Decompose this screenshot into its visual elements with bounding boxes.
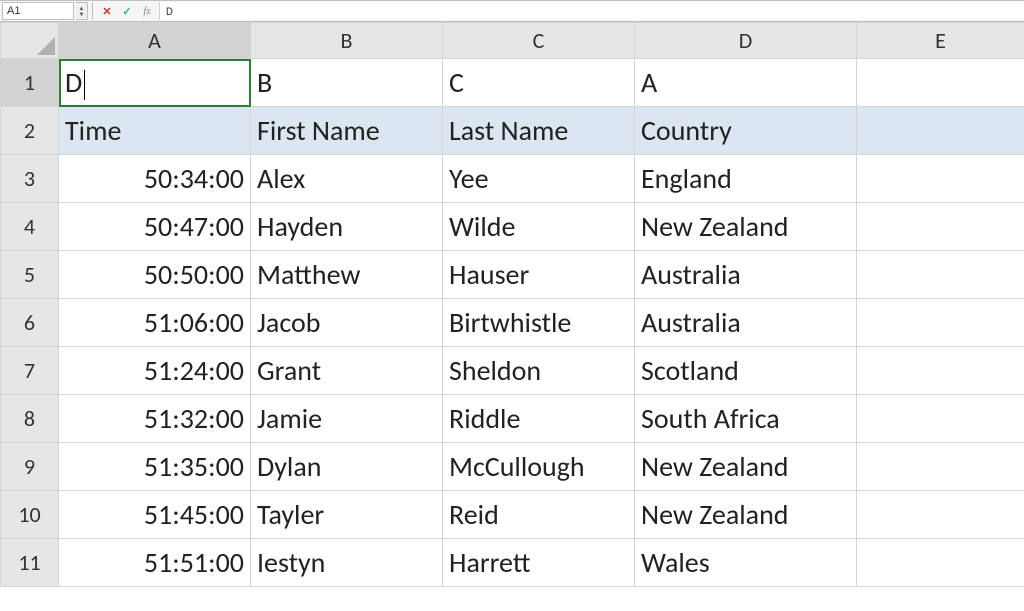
- cell-A7[interactable]: 51:24:00: [59, 347, 251, 395]
- cancel-icon[interactable]: ✕: [99, 3, 115, 19]
- row-header-3[interactable]: 3: [1, 155, 59, 203]
- grid-table: A B C D E 1 D B C A 2 Time First Name La…: [0, 22, 1024, 587]
- cell-C1[interactable]: C: [443, 59, 635, 107]
- row-header-10[interactable]: 10: [1, 491, 59, 539]
- cell-C11[interactable]: Harrett: [443, 539, 635, 587]
- cell-E8[interactable]: [857, 395, 1024, 443]
- cell-A6[interactable]: 51:06:00: [59, 299, 251, 347]
- cell-D8[interactable]: South Africa: [635, 395, 857, 443]
- cell-D4[interactable]: New Zealand: [635, 203, 857, 251]
- cell-C10[interactable]: Reid: [443, 491, 635, 539]
- row-9: 9 51:35:00 Dylan McCullough New Zealand: [1, 443, 1024, 491]
- divider: [92, 2, 93, 20]
- cell-C7[interactable]: Sheldon: [443, 347, 635, 395]
- cell-B11[interactable]: Iestyn: [251, 539, 443, 587]
- cell-D1[interactable]: A: [635, 59, 857, 107]
- fx-icon[interactable]: fx: [139, 3, 155, 19]
- cell-B8[interactable]: Jamie: [251, 395, 443, 443]
- cell-E6[interactable]: [857, 299, 1024, 347]
- row-10: 10 51:45:00 Tayler Reid New Zealand: [1, 491, 1024, 539]
- cell-E10[interactable]: [857, 491, 1024, 539]
- cell-D9[interactable]: New Zealand: [635, 443, 857, 491]
- row-header-9[interactable]: 9: [1, 443, 59, 491]
- row-4: 4 50:47:00 Hayden Wilde New Zealand: [1, 203, 1024, 251]
- cell-C5[interactable]: Hauser: [443, 251, 635, 299]
- cell-D7[interactable]: Scotland: [635, 347, 857, 395]
- cell-A11[interactable]: 51:51:00: [59, 539, 251, 587]
- cell-A9[interactable]: 51:35:00: [59, 443, 251, 491]
- column-header-row: A B C D E: [1, 23, 1024, 59]
- cell-B9[interactable]: Dylan: [251, 443, 443, 491]
- row-header-7[interactable]: 7: [1, 347, 59, 395]
- cell-B1[interactable]: B: [251, 59, 443, 107]
- cell-D5[interactable]: Australia: [635, 251, 857, 299]
- cell-A5[interactable]: 50:50:00: [59, 251, 251, 299]
- col-header-A[interactable]: A: [59, 23, 251, 59]
- cell-E9[interactable]: [857, 443, 1024, 491]
- row-header-1[interactable]: 1: [1, 59, 59, 107]
- col-header-B[interactable]: B: [251, 23, 443, 59]
- row-header-8[interactable]: 8: [1, 395, 59, 443]
- col-header-C[interactable]: C: [443, 23, 635, 59]
- cell-B5[interactable]: Matthew: [251, 251, 443, 299]
- text-caret: [84, 70, 85, 100]
- row-6: 6 51:06:00 Jacob Birtwhistle Australia: [1, 299, 1024, 347]
- name-box[interactable]: A1: [2, 2, 74, 20]
- cell-B2[interactable]: First Name: [251, 107, 443, 155]
- cell-C2[interactable]: Last Name: [443, 107, 635, 155]
- row-header-2[interactable]: 2: [1, 107, 59, 155]
- cell-A1[interactable]: D: [59, 59, 251, 107]
- cell-D6[interactable]: Australia: [635, 299, 857, 347]
- cell-E11[interactable]: [857, 539, 1024, 587]
- cell-E7[interactable]: [857, 347, 1024, 395]
- cell-C8[interactable]: Riddle: [443, 395, 635, 443]
- accept-icon[interactable]: ✓: [119, 3, 135, 19]
- row-8: 8 51:32:00 Jamie Riddle South Africa: [1, 395, 1024, 443]
- name-box-value: A1: [7, 5, 20, 17]
- cell-B7[interactable]: Grant: [251, 347, 443, 395]
- cell-D2[interactable]: Country: [635, 107, 857, 155]
- row-7: 7 51:24:00 Grant Sheldon Scotland: [1, 347, 1024, 395]
- cell-A4[interactable]: 50:47:00: [59, 203, 251, 251]
- cell-E1[interactable]: [857, 59, 1024, 107]
- cell-C3[interactable]: Yee: [443, 155, 635, 203]
- cell-A2[interactable]: Time: [59, 107, 251, 155]
- cell-A10[interactable]: 51:45:00: [59, 491, 251, 539]
- cell-B6[interactable]: Jacob: [251, 299, 443, 347]
- cell-B4[interactable]: Hayden: [251, 203, 443, 251]
- row-header-6[interactable]: 6: [1, 299, 59, 347]
- formula-bar: A1 ▲ ▼ ✕ ✓ fx D: [0, 0, 1024, 22]
- cell-A3[interactable]: 50:34:00: [59, 155, 251, 203]
- formula-content: D: [166, 5, 173, 18]
- row-11: 11 51:51:00 Iestyn Harrett Wales: [1, 539, 1024, 587]
- cell-D10[interactable]: New Zealand: [635, 491, 857, 539]
- chevron-down-icon: ▼: [76, 11, 87, 17]
- cell-C6[interactable]: Birtwhistle: [443, 299, 635, 347]
- cell-D3[interactable]: England: [635, 155, 857, 203]
- cell-C4[interactable]: Wilde: [443, 203, 635, 251]
- cell-E2[interactable]: [857, 107, 1024, 155]
- cell-E3[interactable]: [857, 155, 1024, 203]
- row-1: 1 D B C A: [1, 59, 1024, 107]
- row-2: 2 Time First Name Last Name Country: [1, 107, 1024, 155]
- col-header-D[interactable]: D: [635, 23, 857, 59]
- cell-value: D: [65, 65, 82, 100]
- cell-A8[interactable]: 51:32:00: [59, 395, 251, 443]
- row-header-4[interactable]: 4: [1, 203, 59, 251]
- row-3: 3 50:34:00 Alex Yee England: [1, 155, 1024, 203]
- cell-E5[interactable]: [857, 251, 1024, 299]
- formula-input[interactable]: D: [159, 2, 1024, 20]
- row-5: 5 50:50:00 Matthew Hauser Australia: [1, 251, 1024, 299]
- cell-D11[interactable]: Wales: [635, 539, 857, 587]
- worksheet[interactable]: A B C D E 1 D B C A 2 Time First Name La…: [0, 22, 1024, 587]
- cell-B10[interactable]: Tayler: [251, 491, 443, 539]
- name-box-stepper[interactable]: ▲ ▼: [76, 2, 88, 20]
- row-header-5[interactable]: 5: [1, 251, 59, 299]
- cell-C9[interactable]: McCullough: [443, 443, 635, 491]
- row-header-11[interactable]: 11: [1, 539, 59, 587]
- cell-E4[interactable]: [857, 203, 1024, 251]
- select-all-corner[interactable]: [1, 23, 59, 59]
- cell-B3[interactable]: Alex: [251, 155, 443, 203]
- col-header-E[interactable]: E: [857, 23, 1024, 59]
